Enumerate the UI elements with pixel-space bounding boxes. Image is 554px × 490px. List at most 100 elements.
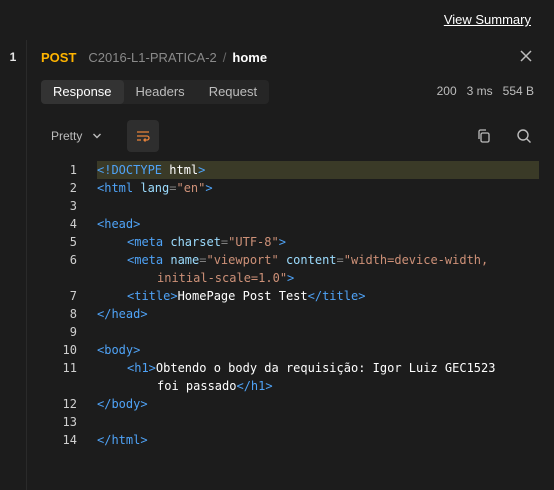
code-token: <title> bbox=[127, 289, 178, 303]
view-summary-link[interactable]: View Summary bbox=[444, 12, 531, 27]
code-token: name bbox=[163, 253, 200, 267]
code-content: </html> bbox=[97, 431, 539, 449]
code-content: <meta charset="UTF-8"> bbox=[97, 233, 539, 251]
request-gutter: 1 bbox=[0, 40, 27, 490]
code-token: > bbox=[278, 235, 286, 249]
code-line: 5 <meta charset="UTF-8"> bbox=[27, 233, 554, 251]
code-token: <head> bbox=[97, 217, 141, 231]
line-number: 12 bbox=[62, 397, 77, 411]
code-content: </body> bbox=[97, 395, 539, 413]
code-line: 7 <title>HomePage Post Test</title> bbox=[27, 287, 554, 305]
response-time: 3 ms bbox=[466, 84, 493, 98]
line-number: 4 bbox=[69, 217, 77, 231]
code-token: </h1> bbox=[236, 379, 273, 393]
code-token: </head> bbox=[97, 307, 148, 321]
response-body-code[interactable]: 1 <!DOCTYPE html> 2 <html lang="en"> 3 4 <head… bbox=[27, 161, 554, 490]
response-stats: 200 3 ms 554 B bbox=[437, 84, 534, 98]
line-number: 11 bbox=[62, 361, 77, 375]
code-line: initial-scale=1.0"> bbox=[27, 269, 554, 287]
code-line: 8 </head> bbox=[27, 305, 554, 323]
code-content bbox=[97, 197, 539, 215]
copy-icon[interactable] bbox=[476, 128, 492, 144]
request-title-row: POST C2016-L1-PRATICA-2 / home bbox=[41, 48, 554, 66]
line-number: 13 bbox=[62, 415, 77, 429]
request-method: POST bbox=[41, 49, 77, 65]
line-number: 6 bbox=[69, 253, 77, 267]
code-token: <!DOCTYPE bbox=[97, 163, 163, 177]
code-token: html bbox=[162, 163, 199, 177]
code-token: "UTF-8" bbox=[228, 235, 279, 249]
code-token: </title> bbox=[307, 289, 366, 303]
code-token: HomePage Post Test bbox=[177, 289, 308, 303]
format-dropdown[interactable]: Pretty bbox=[51, 129, 102, 143]
line-number: 14 bbox=[62, 433, 77, 447]
code-content: </head> bbox=[97, 305, 539, 323]
code-content: foi passado</h1> bbox=[97, 377, 539, 395]
tab-headers[interactable]: Headers bbox=[124, 80, 197, 104]
code-token: <h1> bbox=[127, 361, 156, 375]
code-line: 10 <body> bbox=[27, 341, 554, 359]
code-token: charset bbox=[163, 235, 221, 249]
request-name[interactable]: home bbox=[232, 50, 267, 65]
code-token: </body> bbox=[97, 397, 148, 411]
code-line: 4 <head> bbox=[27, 215, 554, 233]
code-line: 14 </html> bbox=[27, 431, 554, 449]
code-line: 9 bbox=[27, 323, 554, 341]
code-token: <html bbox=[97, 181, 134, 195]
request-number[interactable]: 1 bbox=[0, 50, 26, 64]
code-token: Obtendo o body da requisição: Igor Luiz … bbox=[155, 361, 496, 375]
code-line: 13 bbox=[27, 413, 554, 431]
code-content: <h1>Obtendo o body da requisição: Igor L… bbox=[97, 359, 539, 377]
code-token: lang bbox=[133, 181, 170, 195]
response-size: 554 B bbox=[502, 84, 534, 98]
code-content: initial-scale=1.0"> bbox=[97, 269, 539, 287]
code-token: > bbox=[198, 163, 206, 177]
code-content: <title>HomePage Post Test</title> bbox=[97, 287, 539, 305]
code-content: <!DOCTYPE html> bbox=[97, 161, 539, 179]
code-line: 1 <!DOCTYPE html> bbox=[27, 161, 554, 179]
code-token: <meta bbox=[127, 253, 164, 267]
response-tabs: Response Headers Request bbox=[41, 80, 270, 104]
wrap-lines-icon bbox=[137, 131, 150, 142]
code-token: foi passado bbox=[157, 379, 237, 393]
tab-request[interactable]: Request bbox=[197, 80, 269, 104]
status-code: 200 bbox=[436, 84, 457, 98]
code-content: <body> bbox=[97, 341, 539, 359]
code-token: <body> bbox=[97, 343, 141, 357]
code-line: 3 bbox=[27, 197, 554, 215]
close-icon[interactable] bbox=[518, 48, 534, 64]
code-line: 6 <meta name="viewport" content="width=de… bbox=[27, 251, 554, 269]
code-token: > bbox=[287, 271, 295, 285]
code-token: initial-scale=1.0" bbox=[157, 271, 288, 285]
code-content bbox=[97, 323, 539, 341]
line-number: 8 bbox=[69, 307, 77, 321]
code-token: "viewport" bbox=[206, 253, 279, 267]
collection-name[interactable]: C2016-L1-PRATICA-2 bbox=[88, 50, 216, 65]
code-line: 12 </body> bbox=[27, 395, 554, 413]
line-number: 10 bbox=[62, 343, 77, 357]
search-icon[interactable] bbox=[516, 128, 532, 144]
code-token: = bbox=[336, 253, 344, 267]
response-panel: POST C2016-L1-PRATICA-2 / home Response … bbox=[27, 40, 554, 490]
line-number: 1 bbox=[69, 163, 77, 177]
response-toolbar: Pretty bbox=[41, 120, 554, 152]
code-token: content bbox=[278, 253, 337, 267]
code-content: <meta name="viewport" content="width=dev… bbox=[97, 251, 539, 269]
code-line: 2 <html lang="en"> bbox=[27, 179, 554, 197]
line-number: 5 bbox=[69, 235, 77, 249]
line-number: 9 bbox=[69, 325, 77, 339]
tab-response[interactable]: Response bbox=[41, 80, 124, 104]
code-token: "width=device-width, bbox=[343, 253, 489, 267]
code-token: </html> bbox=[97, 433, 148, 447]
line-number: 2 bbox=[69, 181, 77, 195]
code-content: <head> bbox=[97, 215, 539, 233]
code-line: foi passado</h1> bbox=[27, 377, 554, 395]
wrap-lines-button[interactable] bbox=[127, 120, 159, 152]
format-label: Pretty bbox=[51, 129, 83, 143]
breadcrumb-separator: / bbox=[222, 49, 227, 65]
line-number: 7 bbox=[69, 289, 77, 303]
code-token: > bbox=[205, 181, 213, 195]
line-number: 3 bbox=[69, 199, 77, 213]
code-token: "en" bbox=[176, 181, 206, 195]
code-content bbox=[97, 413, 539, 431]
